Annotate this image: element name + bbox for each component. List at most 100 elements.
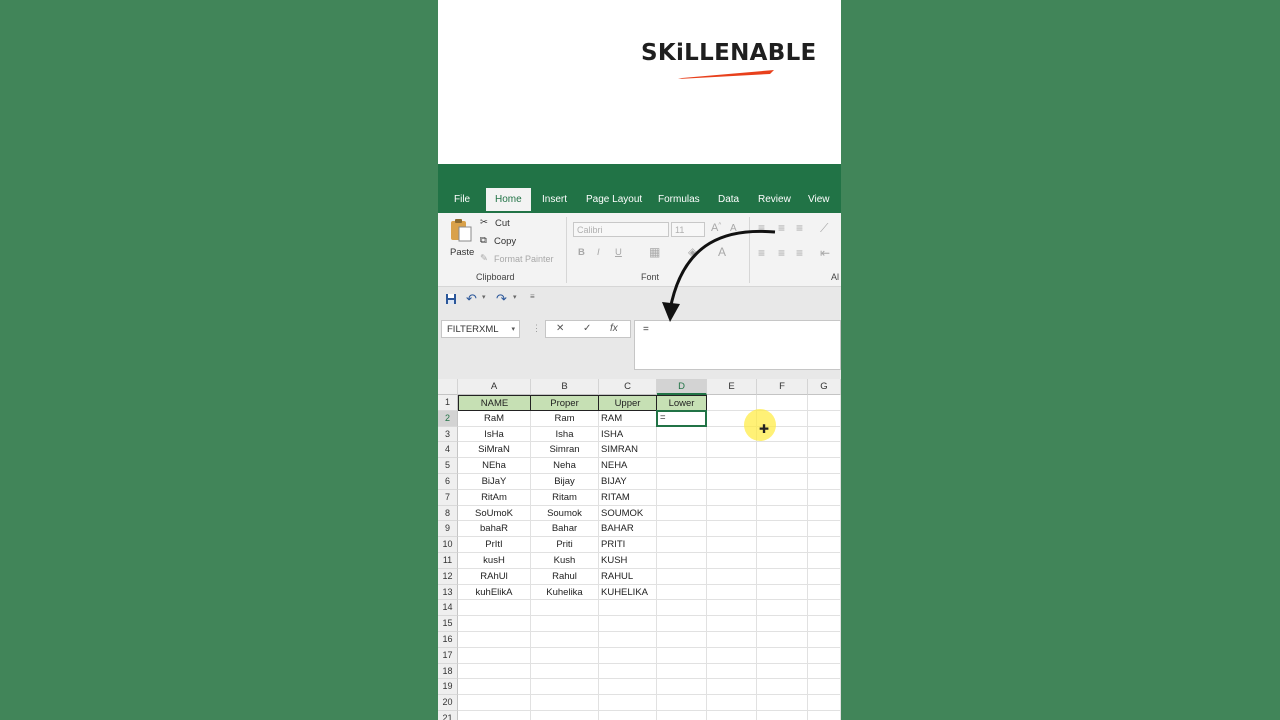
table-cell[interactable] (707, 616, 757, 632)
table-cell[interactable] (707, 489, 757, 506)
table-cell[interactable]: Simran (531, 442, 599, 459)
table-cell[interactable] (458, 632, 531, 648)
tab-insert[interactable]: Insert (542, 194, 567, 205)
table-cell[interactable] (757, 663, 808, 680)
table-cell[interactable] (757, 600, 808, 617)
align-middle-icon[interactable]: ≡ (778, 221, 785, 235)
copy-button[interactable]: Copy (494, 236, 516, 247)
table-cell[interactable] (707, 711, 757, 720)
table-cell[interactable] (808, 632, 841, 648)
cancel-formula-button[interactable]: ✕ (556, 323, 564, 334)
table-cell[interactable] (707, 395, 757, 411)
table-cell[interactable] (808, 584, 841, 601)
column-header-g[interactable]: G (808, 379, 841, 395)
indent-icon[interactable]: ⇤ (820, 246, 830, 260)
borders-icon[interactable]: ▦ (649, 245, 660, 259)
table-cell[interactable] (808, 711, 841, 720)
increase-font-icon[interactable]: A^ (711, 222, 721, 234)
table-cell[interactable] (808, 442, 841, 459)
table-cell[interactable]: IsHa (458, 426, 531, 443)
table-cell[interactable] (808, 505, 841, 522)
tab-formulas[interactable]: Formulas (658, 194, 700, 205)
align-top-icon[interactable]: ≡ (758, 221, 765, 235)
table-cell[interactable] (757, 395, 808, 411)
header-cell[interactable]: Lower (657, 395, 707, 411)
table-cell[interactable] (757, 442, 808, 459)
row-header-5[interactable]: 5 (438, 458, 458, 474)
row-header-21[interactable]: 21 (438, 711, 458, 720)
table-cell[interactable] (757, 489, 808, 506)
decrease-font-icon[interactable]: A (730, 223, 737, 234)
table-cell[interactable] (808, 600, 841, 617)
table-cell[interactable] (707, 474, 757, 490)
table-cell[interactable]: Isha (531, 426, 599, 443)
name-box[interactable]: FILTERXML ▾ (441, 320, 520, 338)
align-left-icon[interactable]: ≡ (758, 246, 765, 260)
table-cell[interactable] (757, 695, 808, 711)
table-cell[interactable] (707, 568, 757, 585)
table-cell[interactable]: BAHAR (599, 521, 657, 538)
header-cell[interactable]: Proper (531, 395, 599, 411)
row-header-17[interactable]: 17 (438, 647, 458, 664)
table-cell[interactable] (707, 553, 757, 569)
table-cell[interactable] (599, 647, 657, 664)
undo-icon[interactable]: ↶ (466, 291, 477, 307)
table-cell[interactable] (657, 426, 707, 443)
insert-function-button[interactable]: fx (610, 323, 618, 334)
row-header-7[interactable]: 7 (438, 489, 458, 506)
table-cell[interactable] (707, 521, 757, 538)
column-header-a[interactable]: A (458, 379, 531, 395)
row-header-1[interactable]: 1 (438, 395, 458, 411)
table-cell[interactable] (657, 553, 707, 569)
row-header-20[interactable]: 20 (438, 695, 458, 711)
table-cell[interactable]: Kuhelika (531, 584, 599, 601)
table-cell[interactable] (458, 695, 531, 711)
name-box-dropdown-icon[interactable]: ▾ (511, 321, 515, 339)
table-cell[interactable] (757, 616, 808, 632)
table-cell[interactable] (458, 600, 531, 617)
table-cell[interactable] (808, 568, 841, 585)
table-cell[interactable] (808, 474, 841, 490)
table-cell[interactable] (657, 568, 707, 585)
enter-formula-button[interactable]: ✓ (583, 323, 591, 334)
table-cell[interactable] (808, 616, 841, 632)
table-cell[interactable] (458, 711, 531, 720)
table-cell[interactable] (599, 616, 657, 632)
table-cell[interactable]: Bijay (531, 474, 599, 490)
table-cell[interactable] (657, 489, 707, 506)
table-cell[interactable] (531, 616, 599, 632)
italic-button[interactable]: I (597, 247, 600, 258)
table-cell[interactable]: KUHELIKA (599, 584, 657, 601)
table-cell[interactable] (707, 442, 757, 459)
tab-view[interactable]: View (808, 194, 830, 205)
table-cell[interactable] (599, 663, 657, 680)
table-cell[interactable] (657, 442, 707, 459)
table-cell[interactable] (657, 458, 707, 474)
table-cell[interactable]: Rahul (531, 568, 599, 585)
table-cell[interactable] (707, 505, 757, 522)
table-cell[interactable] (531, 679, 599, 696)
table-cell[interactable] (657, 711, 707, 720)
table-cell[interactable] (657, 616, 707, 632)
table-cell[interactable] (599, 695, 657, 711)
bold-button[interactable]: B (578, 247, 585, 258)
font-name-select[interactable]: Calibri (573, 222, 669, 237)
table-cell[interactable]: Kush (531, 553, 599, 569)
row-header-9[interactable]: 9 (438, 521, 458, 538)
table-cell[interactable] (657, 600, 707, 617)
table-cell[interactable] (757, 553, 808, 569)
row-header-8[interactable]: 8 (438, 505, 458, 522)
table-cell[interactable]: KUSH (599, 553, 657, 569)
table-cell[interactable]: kuhElikA (458, 584, 531, 601)
table-cell[interactable] (808, 489, 841, 506)
formula-input[interactable]: = (634, 320, 841, 370)
table-cell[interactable] (657, 663, 707, 680)
table-cell[interactable]: PrItI (458, 537, 531, 553)
tab-home[interactable]: Home (486, 188, 531, 211)
table-cell[interactable] (657, 647, 707, 664)
table-cell[interactable]: Neha (531, 458, 599, 474)
table-cell[interactable] (458, 663, 531, 680)
column-header-b[interactable]: B (531, 379, 599, 395)
table-cell[interactable] (757, 474, 808, 490)
row-header-10[interactable]: 10 (438, 537, 458, 553)
